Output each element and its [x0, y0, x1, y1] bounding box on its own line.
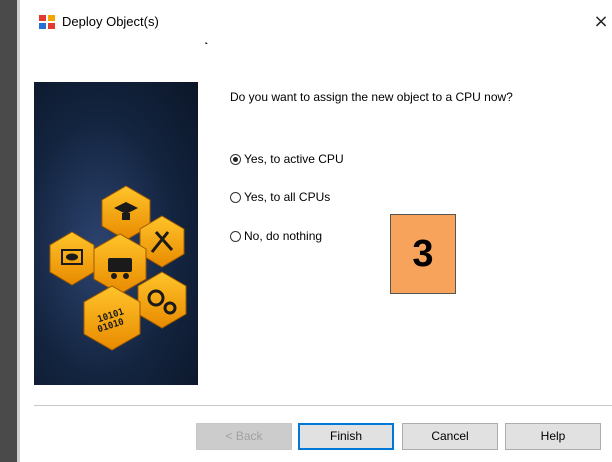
cancel-button[interactable]: Cancel — [402, 423, 498, 450]
wizard-banner-image: 10101 01010 — [34, 82, 198, 385]
option-label: Yes, to all CPUs — [244, 190, 331, 204]
honeycomb-illustration: 10101 01010 — [49, 185, 187, 351]
option-do-nothing[interactable]: No, do nothing — [230, 229, 322, 243]
back-button[interactable]: < Back — [196, 423, 292, 450]
option-active-cpu[interactable]: Yes, to active CPU — [230, 152, 344, 166]
option-all-cpus[interactable]: Yes, to all CPUs — [230, 190, 330, 204]
radio-active-cpu[interactable] — [230, 153, 241, 165]
window-title: Deploy Object(s) — [62, 14, 159, 29]
deploy-objects-dialog: Deploy Object(s) × 10101 01010 Do you wa… — [0, 0, 612, 462]
close-button[interactable]: × — [590, 8, 612, 36]
button-separator — [34, 405, 612, 407]
close-icon: × — [593, 11, 609, 32]
dialog-body: 10101 01010 Do you want to assign the ne… — [20, 44, 612, 462]
option-label: Yes, to active CPU — [244, 152, 344, 166]
radio-do-nothing[interactable] — [230, 230, 241, 242]
radio-all-cpus[interactable] — [230, 191, 241, 203]
option-label: No, do nothing — [244, 229, 323, 243]
background-window-edge — [0, 0, 20, 462]
help-button[interactable]: Help — [505, 423, 601, 450]
title-bar[interactable]: Deploy Object(s) × — [20, 0, 612, 44]
app-icon — [39, 15, 55, 29]
step-number-badge: 3 — [390, 214, 456, 294]
finish-button[interactable]: Finish — [298, 423, 394, 450]
assign-question-text: Do you want to assign the new object to … — [230, 90, 513, 104]
